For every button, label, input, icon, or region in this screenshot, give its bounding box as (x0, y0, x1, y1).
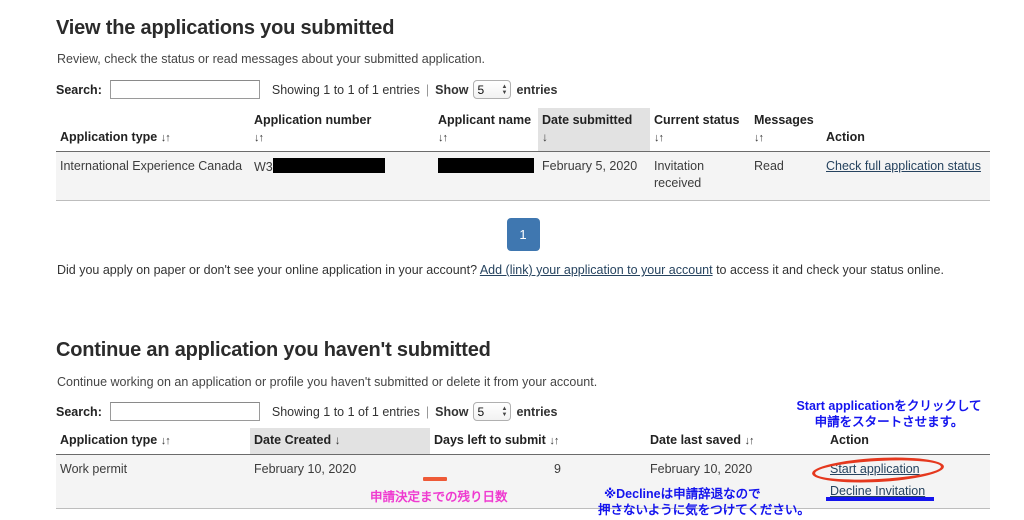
cell-application-type: Work permit (56, 454, 250, 509)
paper-note-before: Did you apply on paper or don't see your… (57, 263, 478, 277)
annotation-line-2: 押さないように気をつけてください。 (598, 503, 810, 518)
column-header-action: Action (822, 108, 990, 152)
cell-current-status: Invitation received (650, 151, 750, 201)
column-header-days-left[interactable]: Days left to submit ↓↑ (430, 428, 646, 455)
submitted-applications-table: Application type ↓↑ Application number ↓… (56, 108, 990, 201)
add-application-link[interactable]: Add (link) your application to your acco… (480, 263, 713, 277)
cell-application-number: W3 (250, 151, 434, 201)
stepper-icon: ▲ ▼ (502, 406, 508, 418)
annotation-days-left-note: 申請決定までの残り日数 (370, 490, 508, 504)
search-label: Search: (56, 82, 102, 97)
sort-both-icon[interactable]: ↓↑ (745, 435, 755, 447)
continue-subtitle: Continue working on an application or pr… (57, 375, 598, 389)
column-label: Applicant name (438, 113, 532, 127)
column-label: Messages (754, 113, 814, 127)
sort-both-icon[interactable]: ↓↑ (161, 435, 171, 447)
column-label: Action (826, 129, 865, 144)
column-header-applicant-name[interactable]: Applicant name ↓↑ (434, 108, 538, 152)
annotation-line-1: ※Declineは申請辞退なので (604, 487, 761, 501)
application-number-prefix: W3 (254, 159, 273, 174)
submitted-section: View the applications you submitted (56, 17, 394, 40)
redaction-bar (272, 157, 385, 173)
show-label: Show (435, 82, 469, 97)
chevron-down-icon: ▼ (501, 411, 508, 418)
sort-desc-icon[interactable]: ↓ (335, 433, 341, 447)
sort-both-icon[interactable]: ↓↑ (754, 132, 764, 144)
sort-both-icon[interactable]: ↓↑ (254, 132, 264, 144)
column-label: Action (830, 433, 869, 447)
showing-entries-text: Showing 1 to 1 of 1 entries (271, 82, 420, 97)
entries-label: entries (516, 404, 558, 419)
column-header-date-created[interactable]: Date Created ↓ (250, 428, 430, 455)
stepper-icon: ▲ ▼ (502, 84, 508, 96)
column-header-current-status[interactable]: Current status ↓↑ (650, 108, 750, 152)
annotation-line-1: Start applicationをクリックして (796, 399, 982, 413)
column-label: Application type (60, 129, 158, 144)
cell-application-type: International Experience Canada (56, 151, 250, 201)
search-input[interactable] (109, 80, 260, 99)
column-header-application-number[interactable]: Application number ↓↑ (250, 108, 434, 152)
pagination-page-1-button[interactable]: 1 (506, 218, 540, 251)
entries-value: 5 (477, 82, 485, 97)
sort-both-icon[interactable]: ↓↑ (549, 435, 559, 447)
submitted-subtitle: Review, check the status or read message… (57, 52, 486, 66)
annotation-underline-decline-invitation (826, 497, 934, 501)
check-full-application-status-link[interactable]: Check full application status (826, 159, 981, 173)
table-header-row: Application type ↓↑ Application number ↓… (56, 108, 990, 152)
sort-both-icon[interactable]: ↓↑ (654, 132, 664, 144)
column-header-date-last-saved[interactable]: Date last saved ↓↑ (646, 428, 826, 455)
column-header-application-type[interactable]: Application type ↓↑ (56, 108, 250, 152)
annotation-line-2: 申請をスタートさせます。 (814, 415, 964, 430)
column-label: Current status (654, 113, 740, 127)
column-header-application-type[interactable]: Application type ↓↑ (56, 428, 250, 455)
column-label: Date Created (254, 433, 332, 447)
divider: | (425, 404, 430, 419)
chevron-down-icon: ▼ (501, 89, 508, 96)
column-header-action: Action (826, 428, 990, 455)
annotation-start-application-note: Start applicationをクリックして 申請をスタートさせます。 (769, 398, 1009, 431)
continue-search-row: Search: Showing 1 to 1 of 1 entries | Sh… (56, 402, 557, 421)
column-label: Date last saved (650, 433, 742, 447)
submitted-search-row: Search: Showing 1 to 1 of 1 entries | Sh… (56, 80, 557, 99)
annotation-decline-note: ※Declineは申請辞退なので 押さないように気をつけてください。 (598, 486, 810, 519)
page-title: View the applications you submitted (56, 17, 395, 39)
table-header-row: Application type ↓↑ Date Created ↓ Days … (56, 428, 990, 455)
search-label: Search: (56, 404, 102, 419)
cell-applicant-name (434, 151, 538, 201)
redaction-bar (438, 157, 534, 173)
column-header-date-submitted[interactable]: Date submitted ↓ (538, 108, 650, 152)
sort-desc-icon[interactable]: ↓ (542, 130, 548, 144)
cell-messages: Read (750, 151, 822, 201)
paper-note-after: to access it and check your status onlin… (716, 263, 944, 277)
annotation-underline-days-left (423, 477, 447, 481)
page-root: View the applications you submitted Revi… (0, 0, 1024, 520)
column-label: Application type (60, 433, 158, 447)
continue-title: Continue an application you haven't subm… (56, 339, 491, 361)
entries-label: entries (516, 82, 558, 97)
column-label: Date submitted (542, 113, 633, 127)
sort-both-icon[interactable]: ↓↑ (161, 132, 171, 144)
show-label: Show (435, 404, 469, 419)
continue-section: Continue an application you haven't subm… (56, 339, 491, 362)
cell-date-submitted: February 5, 2020 (538, 151, 650, 201)
column-header-messages[interactable]: Messages ↓↑ (750, 108, 822, 152)
divider: | (425, 82, 430, 97)
entries-per-page-select[interactable]: 5 ▲ ▼ (473, 80, 512, 99)
table-row: International Experience Canada W3 Febru… (56, 151, 990, 201)
search-input[interactable] (109, 402, 260, 421)
pagination: 1 (56, 218, 990, 251)
sort-both-icon[interactable]: ↓↑ (438, 132, 448, 144)
paper-application-note: Did you apply on paper or don't see your… (57, 261, 977, 280)
entries-per-page-select[interactable]: 5 ▲ ▼ (473, 402, 512, 421)
showing-entries-text: Showing 1 to 1 of 1 entries (271, 404, 420, 419)
entries-value: 5 (477, 404, 485, 419)
column-label: Days left to submit (434, 433, 546, 447)
column-label: Application number (254, 113, 372, 127)
cell-action: Check full application status (822, 151, 990, 201)
